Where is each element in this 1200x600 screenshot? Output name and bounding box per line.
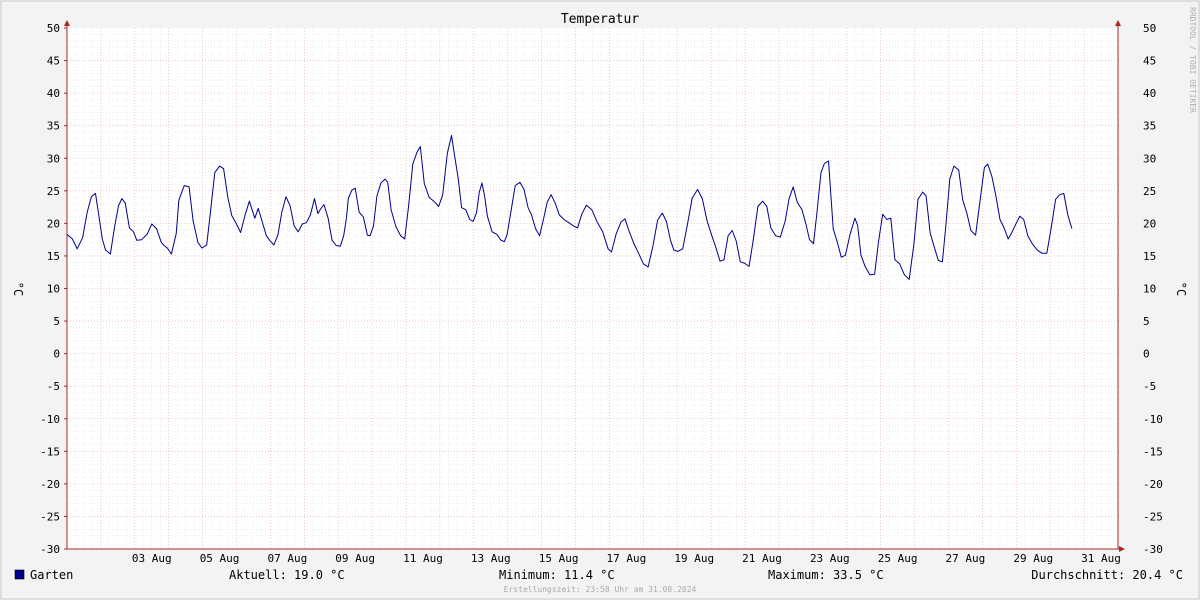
y-tick-label-right: -15 bbox=[1143, 445, 1163, 458]
y-tick-label-left: -20 bbox=[40, 478, 60, 491]
x-tick-label: 13 Aug bbox=[471, 552, 511, 565]
maximum-value: Maximum: 33.5 °C bbox=[768, 568, 884, 582]
x-tick-label: 07 Aug bbox=[267, 552, 307, 565]
y-tick-label-right: 50 bbox=[1143, 22, 1156, 35]
x-tick-label: 03 Aug bbox=[132, 552, 172, 565]
y-tick-label-left: 20 bbox=[47, 217, 60, 230]
y-tick-label-right: 10 bbox=[1143, 283, 1156, 296]
x-tick-label: 29 Aug bbox=[1013, 552, 1053, 565]
y-tick-label-right: -10 bbox=[1143, 413, 1163, 426]
y-tick-label-left: 50 bbox=[47, 22, 60, 35]
y-axis-label-right: °C bbox=[1174, 282, 1188, 296]
y-tick-label-right: 15 bbox=[1143, 250, 1156, 263]
chart-canvas: 50454035302520151050-5-10-15-20-25-30 50… bbox=[0, 0, 1200, 600]
y-tick-label-right: -20 bbox=[1143, 478, 1163, 491]
x-tick-label: 21 Aug bbox=[742, 552, 782, 565]
y-tick-label-right: -25 bbox=[1143, 510, 1163, 523]
x-tick-label: 05 Aug bbox=[200, 552, 240, 565]
y-tick-label-left: 15 bbox=[47, 250, 60, 263]
y-tick-label-left: 40 bbox=[47, 87, 60, 100]
y-axis-label-left: °C bbox=[11, 282, 25, 296]
x-tick-label: 31 Aug bbox=[1081, 552, 1121, 565]
x-tick-label: 09 Aug bbox=[335, 552, 375, 565]
y-tick-label-right: 5 bbox=[1143, 315, 1150, 328]
average-value: Durchschnitt: 20.4 °C bbox=[1031, 568, 1183, 582]
x-tick-label: 25 Aug bbox=[878, 552, 918, 565]
x-tick-label: 11 Aug bbox=[403, 552, 443, 565]
y-tick-label-right: 20 bbox=[1143, 217, 1156, 230]
x-tick-label: 19 Aug bbox=[674, 552, 714, 565]
y-tick-label-left: -25 bbox=[40, 510, 60, 523]
y-tick-label-left: 25 bbox=[47, 185, 60, 198]
y-tick-label-right: -30 bbox=[1143, 543, 1163, 556]
y-tick-label-right: 35 bbox=[1143, 120, 1156, 133]
x-tick-label: 15 Aug bbox=[539, 552, 579, 565]
y-tick-label-left: -15 bbox=[40, 445, 60, 458]
y-tick-label-right: -5 bbox=[1143, 380, 1156, 393]
x-tick-label: 27 Aug bbox=[946, 552, 986, 565]
y-tick-label-left: 5 bbox=[53, 315, 60, 328]
y-tick-label-right: 40 bbox=[1143, 87, 1156, 100]
rrdtool-watermark: RRDTOOL / TOBI OETIKER bbox=[1188, 7, 1197, 113]
y-tick-label-left: 35 bbox=[47, 120, 60, 133]
legend-label: Garten bbox=[30, 568, 73, 582]
x-tick-label: 17 Aug bbox=[607, 552, 647, 565]
y-tick-label-right: 45 bbox=[1143, 55, 1156, 68]
creation-time: Erstellungszeit: 23:58 Uhr am 31.08.2024 bbox=[504, 585, 697, 594]
y-tick-label-left: 10 bbox=[47, 283, 60, 296]
y-tick-label-left: -10 bbox=[40, 413, 60, 426]
y-tick-label-left: 45 bbox=[47, 55, 60, 68]
y-tick-label-right: 25 bbox=[1143, 185, 1156, 198]
x-tick-labels: 03 Aug 05 Aug 07 Aug 09 Aug 11 Aug 13 Aug 15 A… bbox=[132, 552, 1121, 565]
y-tick-label-right: 30 bbox=[1143, 152, 1156, 165]
minimum-value: Minimum: 11.4 °C bbox=[499, 568, 615, 582]
y-tick-label-left: -30 bbox=[40, 543, 60, 556]
chart-title: Temperatur bbox=[561, 12, 639, 27]
y-tick-label-left: -5 bbox=[47, 380, 60, 393]
legend-swatch bbox=[14, 569, 25, 580]
current-value: Aktuell: 19.0 °C bbox=[229, 568, 345, 582]
y-tick-label-right: 0 bbox=[1143, 348, 1150, 361]
y-tick-label-left: 0 bbox=[53, 348, 60, 361]
x-tick-label: 23 Aug bbox=[810, 552, 850, 565]
temperature-chart: 50 45 40 35 30 25 20 15 10 5 0 -5 -10 -15 -20 -25 -30 50… bbox=[0, 0, 1200, 600]
y-tick-label-left: 30 bbox=[47, 152, 60, 165]
